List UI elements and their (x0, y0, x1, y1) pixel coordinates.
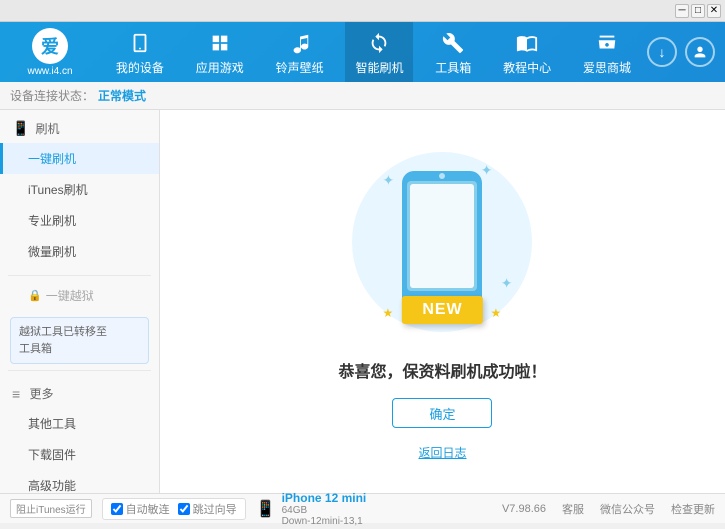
update-link[interactable]: 检查更新 (671, 501, 715, 517)
nav-item-my-device[interactable]: 我的设备 (106, 22, 174, 82)
phone-icon (126, 29, 154, 57)
star-right: ★ (490, 306, 501, 320)
nav-items: 我的设备 应用游戏 铃声壁纸 智能刷机 工具箱 (100, 22, 647, 82)
bottom-bar: 阻止iTunes运行 自动敏连 跳过向导 📱 iPhone 12 mini 64… (0, 493, 725, 523)
status-value: 正常模式 (98, 87, 146, 104)
user-button[interactable] (685, 37, 715, 67)
nav-item-smart-flash[interactable]: 智能刷机 (345, 22, 413, 82)
jailbreak-label: 一键越狱 (46, 287, 94, 304)
flash-section-label: 刷机 (35, 120, 59, 137)
nav-item-toolbox[interactable]: 工具箱 (425, 22, 481, 82)
itunes-status: 阻止iTunes运行 (10, 499, 92, 518)
skip-wizard-label: 跳过向导 (193, 501, 237, 517)
auto-connect-checkbox[interactable]: 自动敏连 (111, 501, 170, 517)
music-icon (286, 29, 314, 57)
new-badge: NEW (402, 296, 482, 324)
main-area: 📱 刷机 一键刷机 iTunes刷机 专业刷机 微量刷机 🔒 一键越狱 越狱工具… (0, 110, 725, 493)
sparkle-2-icon: ✦ (481, 162, 493, 179)
tools-icon (439, 29, 467, 57)
wechat-link[interactable]: 微信公众号 (600, 501, 655, 517)
sidebar-divider-1 (8, 275, 151, 276)
lock-icon: 🔒 (28, 289, 42, 302)
sparkle-3-icon: ✦ (501, 275, 513, 292)
version-label: V7.98.66 (502, 503, 546, 515)
sidebar-item-jailbreak: 🔒 一键越狱 (0, 280, 159, 311)
minimize-button[interactable]: ─ (675, 4, 689, 18)
confirm-button[interactable]: 确定 (392, 398, 492, 428)
sidebar-divider-2 (8, 370, 151, 371)
device-model: Down-12mini-13,1 (282, 516, 367, 527)
logo-icon: 爱 (32, 28, 68, 64)
status-bar: 设备连接状态： 正常模式 (0, 82, 725, 110)
skip-wizard-checkbox[interactable]: 跳过向导 (178, 501, 237, 517)
close-button[interactable]: ✕ (707, 4, 721, 18)
flash-section-icon: 📱 (12, 120, 29, 137)
device-storage: 64GB (282, 505, 367, 516)
support-link[interactable]: 客服 (562, 501, 584, 517)
nav-label-apps-games: 应用游戏 (196, 59, 244, 76)
auto-connect-label: 自动敏连 (126, 501, 170, 517)
back-home-link[interactable]: 返回日志 (418, 444, 466, 461)
sidebar-section-title-more[interactable]: ≡ 更多 (0, 379, 159, 408)
auto-connect-input[interactable] (111, 503, 123, 515)
device-icon: 📱 (256, 499, 276, 519)
nav-label-smart-flash: 智能刷机 (355, 59, 403, 76)
itunes-stop-button[interactable]: 阻止iTunes运行 (10, 499, 92, 518)
sidebar-info-box: 越狱工具已转移至工具箱 (10, 317, 149, 364)
sidebar-item-download-firmware[interactable]: 下载固件 (0, 439, 159, 470)
sidebar-item-itunes-flash[interactable]: iTunes刷机 (0, 174, 159, 205)
sidebar-section-flash: 📱 刷机 一键刷机 iTunes刷机 专业刷机 微量刷机 (0, 110, 159, 271)
sidebar-item-save-flash[interactable]: 微量刷机 (0, 236, 159, 267)
refresh-icon (365, 29, 393, 57)
phone-illustration: ✦ ✦ ✦ (342, 142, 542, 342)
nav-label-toolbox: 工具箱 (435, 59, 471, 76)
nav-label-my-device: 我的设备 (116, 59, 164, 76)
sidebar-section-title-flash[interactable]: 📱 刷机 (0, 114, 159, 143)
sidebar-item-other-tools[interactable]: 其他工具 (0, 408, 159, 439)
logo-symbol: 爱 (41, 33, 59, 59)
book-icon (513, 29, 541, 57)
maximize-button[interactable]: □ (691, 4, 705, 18)
nav-label-tutorial: 教程中心 (503, 59, 551, 76)
nav-label-store: 爱思商城 (583, 59, 631, 76)
logo-area: 爱 www.i4.cn (0, 22, 100, 82)
sidebar-item-pro-flash[interactable]: 专业刷机 (0, 205, 159, 236)
nav-item-tutorial[interactable]: 教程中心 (493, 22, 561, 82)
status-label: 设备连接状态： (10, 87, 94, 104)
nav-right: ↓ (647, 37, 725, 67)
nav-item-ringtone[interactable]: 铃声壁纸 (266, 22, 334, 82)
top-nav: 爱 www.i4.cn 我的设备 应用游戏 铃声壁纸 (0, 22, 725, 82)
more-section-icon: ≡ (12, 386, 20, 402)
sidebar-item-one-click-flash[interactable]: 一键刷机 (0, 143, 159, 174)
success-text: 恭喜您，保资料刷机成功啦！ (338, 358, 546, 382)
skip-wizard-input[interactable] (178, 503, 190, 515)
download-button[interactable]: ↓ (647, 37, 677, 67)
nav-item-apps-games[interactable]: 应用游戏 (186, 22, 254, 82)
star-left: ★ (382, 306, 393, 320)
sparkle-1-icon: ✦ (382, 172, 394, 189)
nav-item-store[interactable]: 爱思商城 (573, 22, 641, 82)
grid-icon (206, 29, 234, 57)
nav-label-ringtone: 铃声壁纸 (276, 59, 324, 76)
success-container: ✦ ✦ ✦ (338, 142, 546, 461)
logo-text: www.i4.cn (27, 66, 72, 77)
shop-icon (593, 29, 621, 57)
title-bar: ─ □ ✕ (0, 0, 725, 22)
content-area: ✦ ✦ ✦ (160, 110, 725, 493)
sidebar: 📱 刷机 一键刷机 iTunes刷机 专业刷机 微量刷机 🔒 一键越狱 越狱工具… (0, 110, 160, 493)
device-name: iPhone 12 mini (282, 491, 367, 505)
bottom-right: V7.98.66 客服 微信公众号 检查更新 (502, 501, 715, 517)
more-section-label: 更多 (30, 385, 54, 402)
sidebar-section-more: ≡ 更多 其他工具 下载固件 高级功能 (0, 375, 159, 493)
